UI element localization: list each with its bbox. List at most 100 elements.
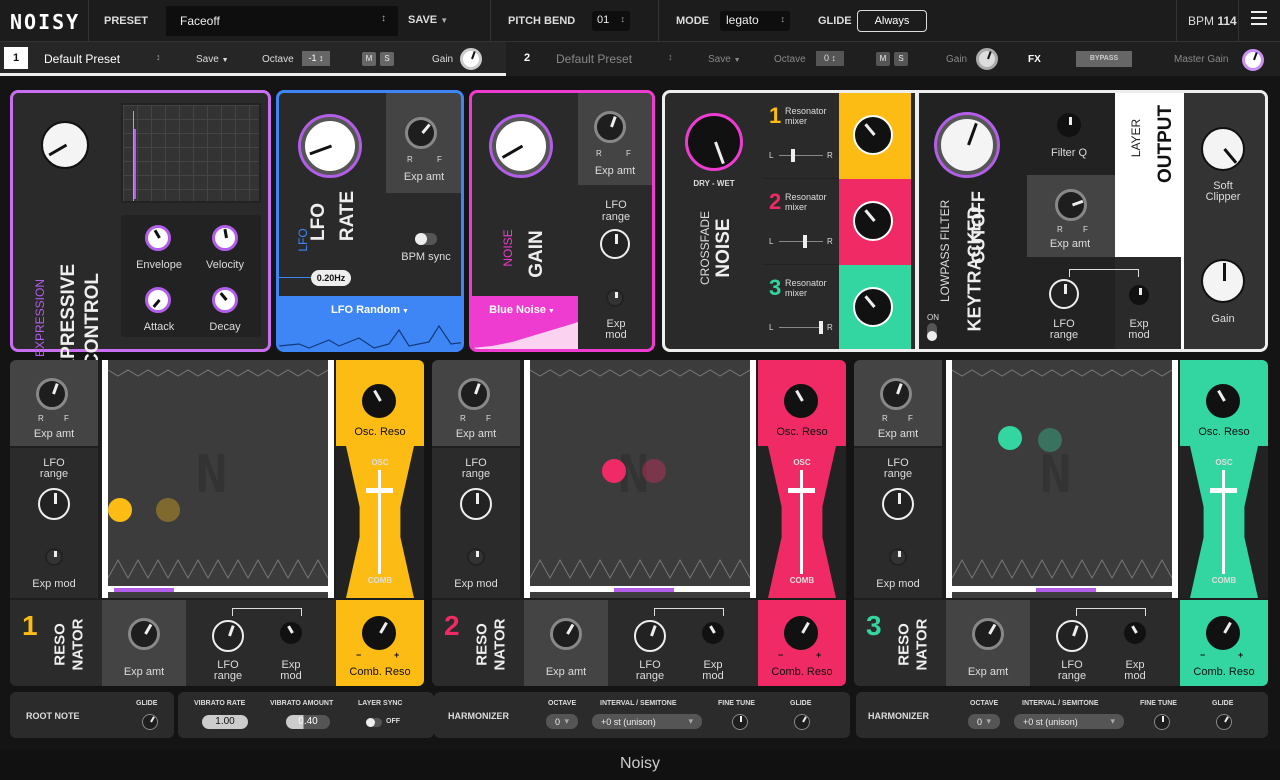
envelope-knob[interactable]	[145, 225, 171, 251]
reso-3-exp-amt-knob[interactable]	[880, 378, 912, 410]
filter-lfo-range-knob[interactable]	[1049, 279, 1079, 309]
reso-3-lfo-range-knob[interactable]	[882, 488, 914, 520]
glide-select[interactable]: Always	[857, 10, 927, 32]
layer2-solo[interactable]: S	[894, 52, 908, 66]
reso-1-bottom-exp-amt-knob[interactable]	[128, 618, 160, 650]
xy-pad[interactable]	[121, 103, 261, 203]
layer2-save[interactable]: Save ▼	[708, 54, 741, 65]
reso-1-visualizer[interactable]: N	[102, 360, 334, 598]
output-gain-knob[interactable]	[1201, 259, 1245, 303]
lfo-exp-amt-knob[interactable]	[405, 117, 437, 149]
reso-2-exp-amt-knob[interactable]	[458, 378, 490, 410]
layer1-gain-knob[interactable]	[460, 48, 482, 70]
harmonizer-2-interval[interactable]: +0 st (unison)	[1014, 714, 1124, 729]
reso-2-bottom-lfo-range-knob[interactable]	[634, 620, 666, 652]
filter-exp-amt-knob[interactable]	[1055, 189, 1087, 221]
filter-q-knob[interactable]	[1057, 113, 1081, 137]
layer1-save[interactable]: Save ▼	[196, 54, 229, 65]
noise-exp-amt-knob[interactable]	[594, 111, 626, 143]
mixer-2-slider[interactable]	[779, 235, 823, 248]
expressive-knob[interactable]	[41, 121, 89, 169]
layer1-octave[interactable]: -1 ↕	[302, 51, 330, 66]
reso-1-exp-mod-knob[interactable]	[45, 548, 63, 566]
bpm-sync-toggle[interactable]	[415, 233, 437, 245]
soft-clipper-knob[interactable]	[1201, 127, 1245, 171]
layer-sync-toggle[interactable]	[366, 718, 382, 727]
save-button[interactable]: SAVE ▼	[408, 14, 448, 26]
harmonizer-1-glide-knob[interactable]	[794, 714, 810, 730]
reso-1-plus-label: +	[394, 650, 400, 660]
reso-1-osc-comb-slider[interactable]	[366, 470, 393, 574]
layer1-preset[interactable]: Default Preset ↕	[44, 52, 164, 66]
master-gain-knob[interactable]	[1242, 49, 1264, 71]
reso-1-lfo-range-knob[interactable]	[38, 488, 70, 520]
reso-1-bottom-lfo-range-knob[interactable]	[212, 620, 244, 652]
filter-on-toggle[interactable]	[927, 323, 937, 341]
mixer-1-knob[interactable]	[853, 115, 893, 155]
resonator-mixer-3: 3 Resonator mixer L R	[763, 265, 911, 349]
mixer-2-knob[interactable]	[853, 201, 893, 241]
mixer-3-slider[interactable]	[779, 321, 823, 334]
reso-2-bottom-exp-mod-knob[interactable]	[702, 622, 724, 644]
reso-2-lfo-range-knob[interactable]	[460, 488, 492, 520]
layer1-solo[interactable]: S	[380, 52, 394, 66]
layer2-octave[interactable]: 0 ↕	[816, 51, 844, 66]
reso-3-visualizer[interactable]: N	[946, 360, 1178, 598]
harmonizer-1-octave[interactable]: 0	[546, 714, 578, 729]
layer2-preset[interactable]: Default Preset ↕	[556, 52, 676, 66]
reso-2-comb-reso-knob[interactable]	[784, 616, 818, 650]
harmonizer-2-fine-tune-knob[interactable]	[1154, 714, 1170, 730]
reso-2-exp-mod-knob[interactable]	[467, 548, 485, 566]
reso-2-visualizer[interactable]: N	[524, 360, 756, 598]
cutoff-knob[interactable]	[937, 115, 997, 175]
noise-lfo-range-knob[interactable]	[600, 229, 630, 259]
noise-exp-mod-knob[interactable]	[606, 289, 624, 307]
bypass-button[interactable]: BYPASS	[1076, 51, 1132, 67]
reso-2-osc-comb-slider[interactable]	[788, 470, 815, 574]
mode-select[interactable]: legato ↕	[720, 11, 790, 31]
noise-shape-select[interactable]: Blue Noise ▼	[472, 296, 578, 349]
noise-gain-knob[interactable]	[492, 117, 550, 175]
dry-wet-knob[interactable]	[685, 113, 743, 171]
vibrato-rate-value[interactable]: 1.00	[202, 715, 248, 729]
velocity-knob[interactable]	[212, 225, 238, 251]
reso-3-osc-comb-slider[interactable]	[1210, 470, 1237, 574]
layer2-tab[interactable]: 2 Default Preset ↕ Save ▼ Octave 0 ↕ M S …	[506, 42, 1006, 76]
attack-knob[interactable]	[145, 287, 171, 313]
reso-3-bottom-exp-mod-knob[interactable]	[1124, 622, 1146, 644]
reso-1-exp-mod-label: Exp mod	[32, 578, 76, 590]
reso-2-bottom-exp-amt-knob[interactable]	[550, 618, 582, 650]
root-glide-knob[interactable]	[142, 714, 158, 730]
harmonizer-2-glide-knob[interactable]	[1216, 714, 1232, 730]
lfo-rate-value[interactable]: 0.20Hz	[311, 270, 351, 286]
menu-icon[interactable]	[1251, 11, 1267, 25]
layer2-gain-knob[interactable]	[976, 48, 998, 70]
layer1-mute[interactable]: M	[362, 52, 376, 66]
reso-3-bottom-exp-amt-knob[interactable]	[972, 618, 1004, 650]
reso-1-osc-reso-knob[interactable]	[362, 384, 396, 418]
layer2-mute[interactable]: M	[876, 52, 890, 66]
filter-exp-mod-knob[interactable]	[1129, 285, 1149, 305]
layer1-tab[interactable]: 1 Default Preset ↕ Save ▼ Octave -1 ↕ M S…	[0, 42, 506, 76]
lfo-shape-select[interactable]: LFO Random ▼	[279, 296, 461, 349]
vibrato-amount-value[interactable]: 0.40	[286, 715, 330, 729]
mixer-1-slider[interactable]	[779, 149, 823, 162]
reso-1-comb-reso-knob[interactable]	[362, 616, 396, 650]
reso-2-osc-reso-knob[interactable]	[784, 384, 818, 418]
reso-3-exp-mod-knob[interactable]	[889, 548, 907, 566]
mixer-3-knob[interactable]	[853, 287, 893, 327]
decay-knob[interactable]	[212, 287, 238, 313]
pitch-bend-select[interactable]: 01 ↕	[592, 11, 630, 31]
reso-3-osc-reso-knob[interactable]	[1206, 384, 1240, 418]
updown-icon: ↕	[780, 14, 786, 24]
envelope-label: Envelope	[136, 259, 182, 271]
reso-1-exp-amt-knob[interactable]	[36, 378, 68, 410]
reso-1-bottom-exp-mod-knob[interactable]	[280, 622, 302, 644]
reso-3-comb-reso-knob[interactable]	[1206, 616, 1240, 650]
lfo-rate-knob[interactable]	[301, 117, 359, 175]
harmonizer-2-octave[interactable]: 0	[968, 714, 1000, 729]
preset-select[interactable]: Faceoff ↕	[166, 6, 398, 36]
harmonizer-1-fine-tune-knob[interactable]	[732, 714, 748, 730]
harmonizer-1-interval[interactable]: +0 st (unison)	[592, 714, 702, 729]
reso-3-bottom-lfo-range-knob[interactable]	[1056, 620, 1088, 652]
